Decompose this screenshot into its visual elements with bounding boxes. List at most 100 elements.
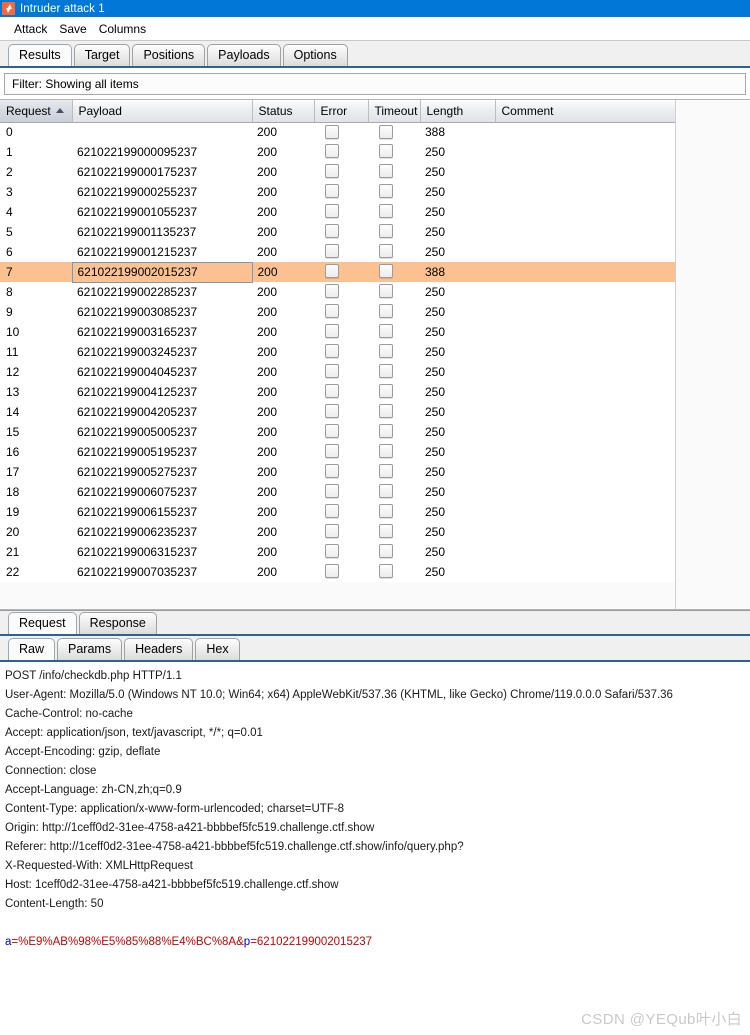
table-row[interactable]: 5 621022199001135237 200 250 <box>0 222 675 242</box>
checkbox-unchecked-icon[interactable] <box>379 204 393 219</box>
raw-request-editor[interactable]: POST /info/checkdb.php HTTP/1.1 User-Agen… <box>0 662 750 962</box>
checkbox-unchecked-icon[interactable] <box>379 424 393 439</box>
cell-error-checkbox[interactable] <box>314 502 368 522</box>
cell-error-checkbox[interactable] <box>314 302 368 322</box>
table-row[interactable]: 10 621022199003165237 200 250 <box>0 322 675 342</box>
table-row[interactable]: 8 621022199002285237 200 250 <box>0 282 675 302</box>
cell-error-checkbox[interactable] <box>314 202 368 222</box>
checkbox-unchecked-icon[interactable] <box>325 524 339 539</box>
table-row[interactable]: 3 621022199000255237 200 250 <box>0 182 675 202</box>
cell-timeout-checkbox[interactable] <box>368 142 420 162</box>
checkbox-unchecked-icon[interactable] <box>379 284 393 299</box>
cell-timeout-checkbox[interactable] <box>368 182 420 202</box>
checkbox-unchecked-icon[interactable] <box>379 384 393 399</box>
cell-timeout-checkbox[interactable] <box>368 382 420 402</box>
checkbox-unchecked-icon[interactable] <box>325 344 339 359</box>
menu-item-columns[interactable]: Columns <box>93 20 152 38</box>
checkbox-unchecked-icon[interactable] <box>325 144 339 159</box>
checkbox-unchecked-icon[interactable] <box>379 444 393 459</box>
checkbox-unchecked-icon[interactable] <box>379 264 393 279</box>
checkbox-unchecked-icon[interactable] <box>379 124 393 139</box>
cell-error-checkbox[interactable] <box>314 322 368 342</box>
cell-error-checkbox[interactable] <box>314 242 368 262</box>
cell-error-checkbox[interactable] <box>314 182 368 202</box>
menu-item-attack[interactable]: Attack <box>8 20 53 38</box>
tab-options[interactable]: Options <box>282 44 348 66</box>
checkbox-unchecked-icon[interactable] <box>379 464 393 479</box>
table-row[interactable]: 7 621022199002015237 200 388 <box>0 261 675 283</box>
table-row[interactable]: 4 621022199001055237 200 250 <box>0 202 675 222</box>
checkbox-unchecked-icon[interactable] <box>379 484 393 499</box>
cell-timeout-checkbox[interactable] <box>368 522 420 542</box>
table-row[interactable]: 9 621022199003085237 200 250 <box>0 302 675 322</box>
cell-error-checkbox[interactable] <box>314 402 368 422</box>
cell-error-checkbox[interactable] <box>314 542 368 562</box>
cell-error-checkbox[interactable] <box>314 342 368 362</box>
column-header-error[interactable]: Error <box>314 100 369 123</box>
checkbox-unchecked-icon[interactable] <box>325 304 339 319</box>
cell-error-checkbox[interactable] <box>314 482 368 502</box>
cell-timeout-checkbox[interactable] <box>368 202 420 222</box>
table-row[interactable]: 14 621022199004205237 200 250 <box>0 402 675 422</box>
tab-payloads[interactable]: Payloads <box>207 44 281 66</box>
checkbox-unchecked-icon[interactable] <box>325 444 339 459</box>
cell-timeout-checkbox[interactable] <box>368 502 420 522</box>
checkbox-unchecked-icon[interactable] <box>379 224 393 239</box>
table-row[interactable]: 11 621022199003245237 200 250 <box>0 342 675 362</box>
checkbox-unchecked-icon[interactable] <box>379 364 393 379</box>
checkbox-unchecked-icon[interactable] <box>325 544 339 559</box>
checkbox-unchecked-icon[interactable] <box>325 364 339 379</box>
cell-timeout-checkbox[interactable] <box>368 242 420 262</box>
table-row[interactable]: 18 621022199006075237 200 250 <box>0 482 675 502</box>
checkbox-unchecked-icon[interactable] <box>325 184 339 199</box>
checkbox-unchecked-icon[interactable] <box>379 324 393 339</box>
table-row[interactable]: 6 621022199001215237 200 250 <box>0 242 675 262</box>
table-row[interactable]: 21 621022199006315237 200 250 <box>0 542 675 562</box>
checkbox-unchecked-icon[interactable] <box>325 204 339 219</box>
cell-error-checkbox[interactable] <box>314 462 368 482</box>
table-row[interactable]: 12 621022199004045237 200 250 <box>0 362 675 382</box>
column-header-comment[interactable]: Comment <box>495 100 675 123</box>
cell-timeout-checkbox[interactable] <box>368 562 420 582</box>
tab-response[interactable]: Response <box>78 612 157 634</box>
checkbox-unchecked-icon[interactable] <box>379 184 393 199</box>
checkbox-unchecked-icon[interactable] <box>325 384 339 399</box>
table-row[interactable]: 16 621022199005195237 200 250 <box>0 442 675 462</box>
tab-request[interactable]: Request <box>8 612 77 634</box>
table-row[interactable]: 1 621022199000095237 200 250 <box>0 142 675 162</box>
cell-timeout-checkbox[interactable] <box>368 162 420 182</box>
cell-error-checkbox[interactable] <box>314 362 368 382</box>
checkbox-unchecked-icon[interactable] <box>325 124 339 139</box>
cell-error-checkbox[interactable] <box>314 282 368 302</box>
tab-hex[interactable]: Hex <box>195 638 240 660</box>
cell-error-checkbox[interactable] <box>314 222 368 242</box>
cell-timeout-checkbox[interactable] <box>368 222 420 242</box>
cell-error-checkbox[interactable] <box>314 562 368 582</box>
cell-error-checkbox[interactable] <box>314 162 368 182</box>
cell-timeout-checkbox[interactable] <box>368 342 420 362</box>
checkbox-unchecked-icon[interactable] <box>325 264 339 279</box>
cell-timeout-checkbox[interactable] <box>368 302 420 322</box>
cell-timeout-checkbox[interactable] <box>368 362 420 382</box>
checkbox-unchecked-icon[interactable] <box>379 504 393 519</box>
checkbox-unchecked-icon[interactable] <box>379 564 393 579</box>
checkbox-unchecked-icon[interactable] <box>325 564 339 579</box>
checkbox-unchecked-icon[interactable] <box>325 404 339 419</box>
column-header-payload[interactable]: Payload <box>72 100 253 123</box>
checkbox-unchecked-icon[interactable] <box>325 464 339 479</box>
table-row[interactable]: 17 621022199005275237 200 250 <box>0 462 675 482</box>
checkbox-unchecked-icon[interactable] <box>325 284 339 299</box>
column-header-length[interactable]: Length <box>420 100 496 123</box>
cell-timeout-checkbox[interactable] <box>368 122 420 142</box>
checkbox-unchecked-icon[interactable] <box>379 144 393 159</box>
cell-timeout-checkbox[interactable] <box>368 282 420 302</box>
tab-raw[interactable]: Raw <box>8 638 56 660</box>
column-header-status[interactable]: Status <box>252 100 315 123</box>
column-header-timeout[interactable]: Timeout <box>368 100 421 123</box>
table-row[interactable]: 2 621022199000175237 200 250 <box>0 162 675 182</box>
cell-error-checkbox[interactable] <box>314 442 368 462</box>
table-row[interactable]: 20 621022199006235237 200 250 <box>0 522 675 542</box>
table-row[interactable]: 13 621022199004125237 200 250 <box>0 382 675 402</box>
column-header-request[interactable]: Request <box>0 100 73 123</box>
checkbox-unchecked-icon[interactable] <box>379 164 393 179</box>
